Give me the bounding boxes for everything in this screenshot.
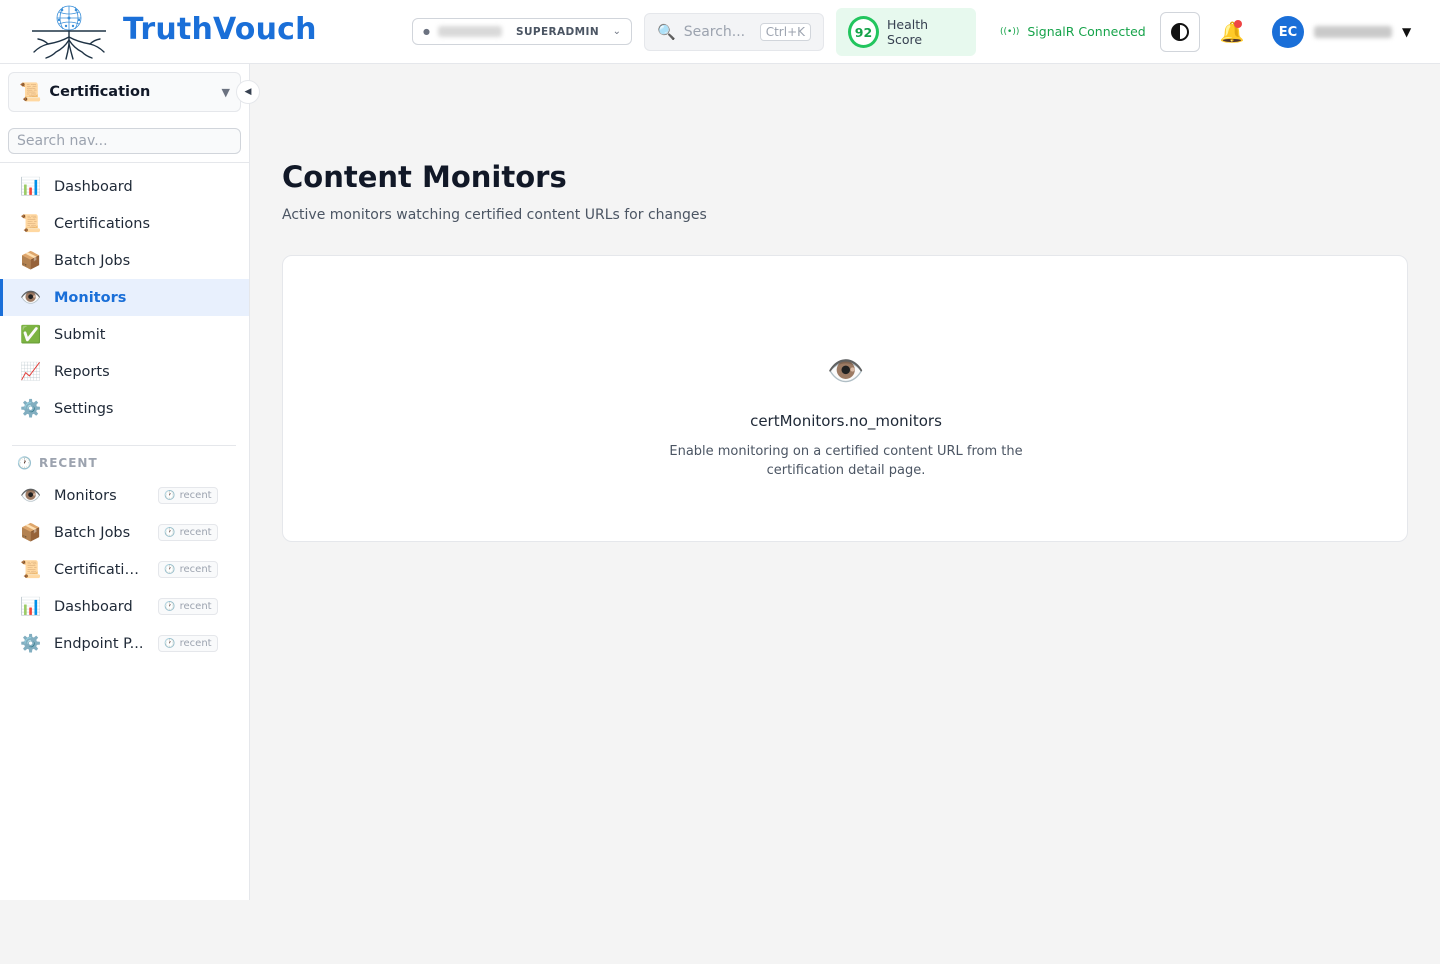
sidebar-item-batch-jobs[interactable]: 📦 Batch Jobs (0, 242, 249, 279)
collapse-sidebar-button[interactable]: ◀ (236, 80, 260, 104)
tenant-selector[interactable]: ● SUPERADMIN ⌄ (412, 18, 632, 45)
check-mark-icon: ✅ (20, 324, 42, 345)
theme-toggle-button[interactable] (1160, 12, 1200, 52)
eye-icon: 👁️ (20, 485, 42, 506)
monitors-card: 👁️ certMonitors.no_monitors Enable monit… (282, 255, 1408, 542)
sidebar-nav: 📊 Dashboard 📜 Certifications 📦 Batch Job… (0, 168, 249, 427)
clock-icon: 🕐 (164, 527, 176, 538)
recent-item-label: Endpoint P... (54, 635, 144, 652)
sidebar-item-label: Settings (54, 400, 114, 417)
clock-icon: 🕐 (164, 490, 176, 501)
sidebar-item-label: Batch Jobs (54, 252, 131, 269)
search-icon: 🔍 (657, 23, 676, 41)
lock-icon: ● (423, 27, 430, 36)
divider (0, 162, 249, 163)
divider (12, 445, 236, 446)
sidebar-item-dashboard[interactable]: 📊 Dashboard (0, 168, 249, 205)
recent-badge: 🕐 recent (158, 598, 218, 615)
sidebar-item-label: Reports (54, 363, 110, 380)
bar-chart-icon: 📊 (20, 176, 42, 197)
caret-down-icon: ▼ (1402, 25, 1412, 39)
user-menu[interactable]: EC ▼ (1272, 16, 1411, 48)
eye-icon: 👁️ (20, 287, 42, 308)
brand-name[interactable]: TruthVouch (123, 12, 317, 47)
notification-dot (1234, 20, 1242, 28)
truthvouch-logo-icon[interactable] (26, 4, 112, 60)
sidebar-item-label: Certifications (54, 215, 151, 232)
recent-badge-label: recent (179, 638, 212, 649)
tenant-name-redacted (437, 26, 502, 37)
trend-chart-icon: 📈 (20, 361, 42, 382)
contrast-icon (1171, 23, 1189, 41)
sidebar-item-monitors[interactable]: 👁️ Monitors (0, 279, 249, 316)
recent-badge: 🕐 recent (158, 487, 218, 504)
recent-badge-label: recent (179, 601, 212, 612)
health-score-widget[interactable]: 92 Health Score (836, 8, 976, 56)
gear-icon: ⚙️ (20, 398, 42, 419)
recent-item-monitors[interactable]: 👁️ Monitors 🕐 recent (0, 477, 249, 514)
clock-icon: 🕐 (164, 638, 176, 649)
sidebar-item-reports[interactable]: 📈 Reports (0, 353, 249, 390)
recent-badge-label: recent (179, 527, 212, 538)
sidebar-item-settings[interactable]: ⚙️ Settings (0, 390, 249, 427)
global-search[interactable]: 🔍 Search... Ctrl+K (644, 13, 824, 51)
recent-badge-label: recent (179, 564, 212, 575)
recent-item-label: Batch Jobs (54, 524, 131, 541)
bar-chart-icon: 📊 (20, 596, 42, 617)
notifications-button[interactable]: 🔔 (1219, 19, 1245, 45)
connection-status-label: SignalR Connected (1027, 24, 1146, 39)
eye-icon: 👁️ (827, 354, 865, 389)
recent-item-certifications[interactable]: 📜 Certifications 🕐 recent (0, 551, 249, 588)
scroll-icon: 📜 (20, 559, 42, 580)
nav-search-input[interactable] (8, 128, 241, 154)
recent-item-batch-jobs[interactable]: 📦 Batch Jobs 🕐 recent (0, 514, 249, 551)
recent-badge: 🕐 recent (158, 561, 218, 578)
top-header: TruthVouch ● SUPERADMIN ⌄ 🔍 Search... Ct… (0, 0, 1440, 64)
signal-icon: ((•)) (1000, 26, 1020, 37)
recent-item-label: Dashboard (54, 598, 133, 615)
empty-state-description: Enable monitoring on a certified content… (669, 444, 1023, 478)
recent-badge-label: recent (179, 490, 212, 501)
page-title: Content Monitors (282, 160, 567, 194)
recent-list: 👁️ Monitors 🕐 recent 📦 Batch Jobs 🕐 recent… (0, 477, 249, 662)
sidebar-item-submit[interactable]: ✅ Submit (0, 316, 249, 353)
user-name-redacted (1314, 26, 1392, 38)
recent-item-dashboard[interactable]: 📊 Dashboard 🕐 recent (0, 588, 249, 625)
search-placeholder: Search... (683, 24, 746, 40)
recent-item-label: Certifications (54, 561, 147, 578)
module-switcher[interactable]: 📜 Certification ▼ (8, 72, 241, 112)
clock-icon: 🕐 (17, 456, 33, 470)
module-label: Certification (49, 84, 151, 100)
health-score-label: Health Score (887, 17, 929, 47)
search-shortcut: Ctrl+K (759, 23, 811, 41)
recent-section-header: 🕐 RECENT (17, 456, 98, 470)
connection-status: ((•)) SignalR Connected (1000, 24, 1146, 39)
recent-item-endpoint[interactable]: ⚙️ Endpoint P... 🕐 recent (0, 625, 249, 662)
recent-item-label: Monitors (54, 487, 117, 504)
chevron-down-icon: ⌄ (612, 26, 621, 37)
empty-state-title: certMonitors.no_monitors (750, 412, 942, 430)
scroll-icon: 📜 (19, 81, 42, 103)
role-badge: SUPERADMIN (515, 25, 600, 38)
sidebar-item-label: Submit (54, 326, 106, 343)
page-subtitle: Active monitors watching certified conte… (282, 207, 707, 223)
chevron-left-icon: ◀ (244, 87, 252, 97)
gear-icon: ⚙️ (20, 633, 42, 654)
clock-icon: 🕐 (164, 601, 176, 612)
sidebar-item-label: Monitors (54, 289, 127, 306)
recent-badge: 🕐 recent (158, 635, 218, 652)
recent-badge: 🕐 recent (158, 524, 218, 541)
sidebar: 📜 Certification ▼ ◀ 📊 Dashboard 📜 Certif… (0, 64, 260, 900)
health-score-value: 92 (848, 16, 880, 48)
avatar: EC (1272, 16, 1304, 48)
package-icon: 📦 (20, 522, 42, 543)
clock-icon: 🕐 (164, 564, 176, 575)
sidebar-item-label: Dashboard (54, 178, 133, 195)
scroll-icon: 📜 (20, 213, 42, 234)
package-icon: 📦 (20, 250, 42, 271)
sidebar-item-certifications[interactable]: 📜 Certifications (0, 205, 249, 242)
chevron-down-icon: ▼ (221, 85, 230, 99)
recent-section-title: RECENT (38, 456, 98, 470)
